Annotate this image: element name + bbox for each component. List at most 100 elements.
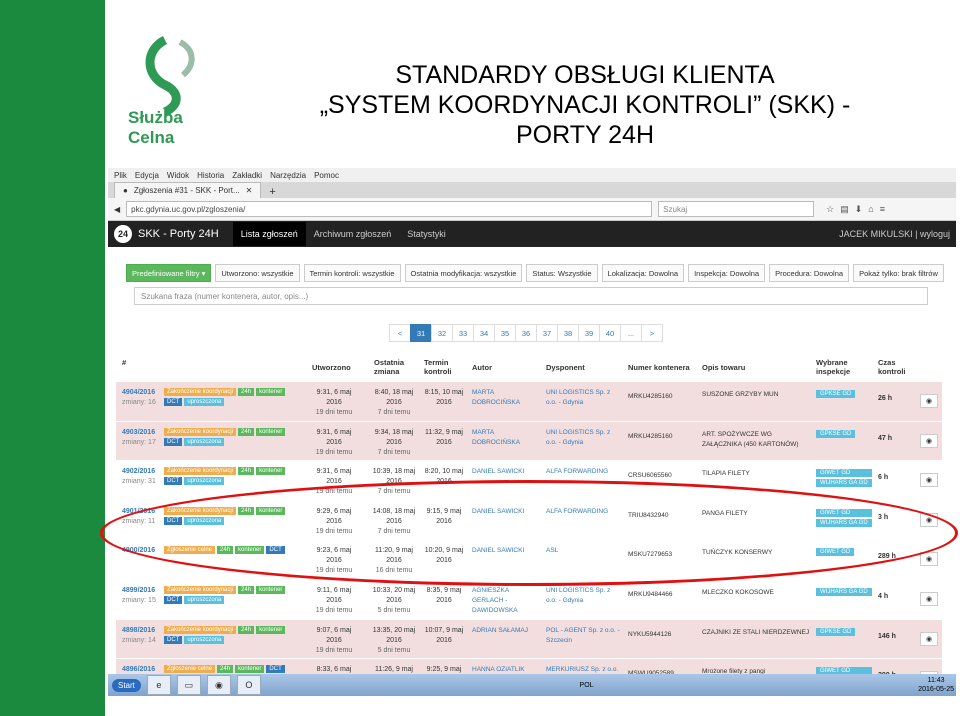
col-disponent[interactable]: Dysponent xyxy=(546,363,585,372)
table-row[interactable]: 4902/2016 zmiany: 31 Zakończenie koordyna… xyxy=(116,461,942,501)
menu-item[interactable]: Widok xyxy=(167,171,189,180)
page-link[interactable]: 32 xyxy=(431,324,453,342)
folder-icon[interactable]: ▭ xyxy=(176,675,201,695)
address-field[interactable]: pkc.gdynia.uc.gov.pl/zgloszenia/ xyxy=(126,201,653,217)
back-icon[interactable]: ◀ xyxy=(114,205,120,214)
col-term[interactable]: Termin kontroli xyxy=(424,358,464,376)
col-time[interactable]: Czas kontroli xyxy=(878,358,914,376)
predefined-filters-button[interactable]: Predefiniowane filtry ▾ xyxy=(126,264,212,282)
new-tab-button[interactable]: + xyxy=(261,186,283,198)
request-number[interactable]: 4901/2016 zmiany: 11 xyxy=(122,507,155,527)
browser-tab[interactable]: ● Zgłoszenia #31 - SKK - Port... ✕ xyxy=(114,182,262,198)
col-num[interactable]: # xyxy=(122,358,126,367)
request-number[interactable]: 4899/2016 zmiany: 15 xyxy=(122,586,156,606)
eye-icon[interactable]: ◉ xyxy=(920,552,938,567)
page-link[interactable]: ... xyxy=(620,324,642,342)
page-link[interactable]: 35 xyxy=(494,324,516,342)
filter-dropdown[interactable]: Lokalizacja: Dowolna xyxy=(601,264,685,282)
page-link[interactable]: > xyxy=(641,324,663,342)
page-link[interactable]: < xyxy=(389,324,411,342)
row-tags: Zakończenie koordynacji 24h kontener DCT upr… xyxy=(164,388,294,406)
eye-icon[interactable]: ◉ xyxy=(920,512,938,527)
col-container[interactable]: Numer kontenera xyxy=(628,363,690,372)
page-link[interactable]: 31 xyxy=(410,324,432,342)
start-button[interactable]: Start xyxy=(112,678,141,692)
nav-statystyki[interactable]: Statystyki xyxy=(399,222,454,246)
menu-item[interactable]: Zakładki xyxy=(232,171,262,180)
request-number[interactable]: 4902/2016 zmiany: 31 xyxy=(122,467,156,487)
author-link[interactable]: MARTA DOBROCIŃSKA xyxy=(472,388,542,408)
col-changed[interactable]: Ostatnia zmiana xyxy=(374,358,414,376)
status-tag: uproszczona xyxy=(184,595,225,604)
disponent-link[interactable]: UNI LOGISTICS Sp. z o.o. - Gdynia xyxy=(546,586,622,606)
home-icon[interactable]: ⌂ xyxy=(868,204,873,215)
download-icon[interactable]: ⬇ xyxy=(855,204,863,215)
author-link[interactable]: MARTA DOBROCIŃSKA xyxy=(472,428,542,448)
filter-dropdown[interactable]: Pokaż tylko: brak filtrów xyxy=(853,264,944,282)
page-link[interactable]: 36 xyxy=(515,324,537,342)
table-row[interactable]: 4901/2016 zmiany: 11 Zakończenie koordyna… xyxy=(116,500,942,541)
menu-item[interactable]: Pomoc xyxy=(314,171,339,180)
created-cell: 9:31, 6 maj 2016 19 dni temu xyxy=(315,428,353,456)
disponent-link[interactable]: ALFA FORWARDING xyxy=(546,507,622,517)
disponent-link[interactable]: ALFA FORWARDING xyxy=(546,467,622,477)
ie-icon[interactable]: e xyxy=(146,675,171,695)
filter-dropdown[interactable]: Utworzono: wszystkie xyxy=(215,264,300,282)
disponent-link[interactable]: UNI LOGISTICS Sp. z o.o. - Gdynia xyxy=(546,388,622,408)
table-row[interactable]: 4898/2016 zmiany: 14 Zakończenie koordyna… xyxy=(116,619,942,660)
phrase-search-input[interactable]: Szukana fraza (numer kontenera, autor, o… xyxy=(134,287,928,305)
eye-icon[interactable]: ◉ xyxy=(920,631,938,646)
col-author[interactable]: Autor xyxy=(472,363,492,372)
close-icon[interactable]: ✕ xyxy=(246,186,253,195)
search-field[interactable]: Szukaj xyxy=(658,201,815,217)
user-menu[interactable]: JACEK MIKULSKI | wyloguj xyxy=(839,229,956,239)
eye-icon[interactable]: ◉ xyxy=(920,394,938,408)
page-link[interactable]: 37 xyxy=(536,324,558,342)
nav-archiwum[interactable]: Archiwum zgłoszeń xyxy=(306,222,400,246)
author-link[interactable]: ADRIAN SAŁAMAJ xyxy=(472,626,542,636)
table-row[interactable]: 4900/2016 Zgłoszenie celne 24h kontener DCT… xyxy=(116,540,942,580)
filter-dropdown[interactable]: Inspekcja: Dowolna xyxy=(688,264,766,282)
author-link[interactable]: DANIEL SAWICKI xyxy=(472,467,542,477)
outlook-icon[interactable]: O xyxy=(236,675,261,695)
menu-icon[interactable]: ≡ xyxy=(880,204,885,215)
clipboard-icon[interactable]: ▤ xyxy=(840,204,849,215)
firefox-icon[interactable]: ◉ xyxy=(206,675,231,695)
eye-icon[interactable]: ◉ xyxy=(920,433,938,448)
control-time: 4 h xyxy=(878,592,889,600)
page-link[interactable]: 33 xyxy=(452,324,474,342)
table-row[interactable]: 4899/2016 zmiany: 15 Zakończenie koordyna… xyxy=(116,579,942,620)
disponent-link[interactable]: ASL xyxy=(546,546,622,556)
disponent-link[interactable]: POL - AGENT Sp. z o.o. - Szczecin xyxy=(546,626,622,646)
col-created[interactable]: Utworzono xyxy=(312,363,351,372)
col-goods[interactable]: Opis towaru xyxy=(702,363,745,372)
request-number[interactable]: 4898/2016 zmiany: 14 xyxy=(122,626,156,646)
request-number[interactable]: 4904/2016 zmiany: 16 xyxy=(122,388,156,408)
filter-dropdown[interactable]: Status: Wszystkie xyxy=(526,264,598,282)
page-link[interactable]: 38 xyxy=(557,324,579,342)
author-link[interactable]: DANIEL SAWICKI xyxy=(472,546,542,556)
menu-item[interactable]: Narzędzia xyxy=(270,171,306,180)
filter-dropdown[interactable]: Procedura: Dowolna xyxy=(769,264,850,282)
eye-icon[interactable]: ◉ xyxy=(920,591,938,606)
star-icon[interactable]: ☆ xyxy=(826,204,834,215)
menu-item[interactable]: Edycja xyxy=(135,171,159,180)
nav-lista-zgloszen[interactable]: Lista zgłoszeń xyxy=(232,222,306,246)
col-inspections[interactable]: Wybrane inspekcje xyxy=(816,358,860,376)
page-link[interactable]: 40 xyxy=(599,324,621,342)
author-link[interactable]: DANIEL SAWICKI xyxy=(472,507,542,517)
filter-dropdown[interactable]: Termin kontroli: wszystkie xyxy=(303,264,401,282)
page-link[interactable]: 34 xyxy=(473,324,495,342)
menu-item[interactable]: Plik xyxy=(114,171,127,180)
filter-dropdown[interactable]: Ostatnia modyfikacja: wszystkie xyxy=(404,264,523,282)
table-row[interactable]: 4903/2016 zmiany: 17 Zakończenie koordyna… xyxy=(116,421,942,462)
eye-icon[interactable]: ◉ xyxy=(920,473,938,488)
table-row[interactable]: 4904/2016 zmiany: 16 Zakończenie koordyna… xyxy=(116,382,942,422)
request-number[interactable]: 4900/2016 xyxy=(122,546,155,556)
app-brand[interactable]: SKK - Porty 24H xyxy=(138,228,219,240)
author-link[interactable]: AGNIESZKA GERLACH - DAWIDOWSKA xyxy=(472,586,542,616)
page-link[interactable]: 39 xyxy=(578,324,600,342)
request-number[interactable]: 4903/2016 zmiany: 17 xyxy=(122,428,156,448)
menu-item[interactable]: Historia xyxy=(197,171,224,180)
disponent-link[interactable]: UNI LOGISTICS Sp. z o.o. - Gdynia xyxy=(546,428,622,448)
